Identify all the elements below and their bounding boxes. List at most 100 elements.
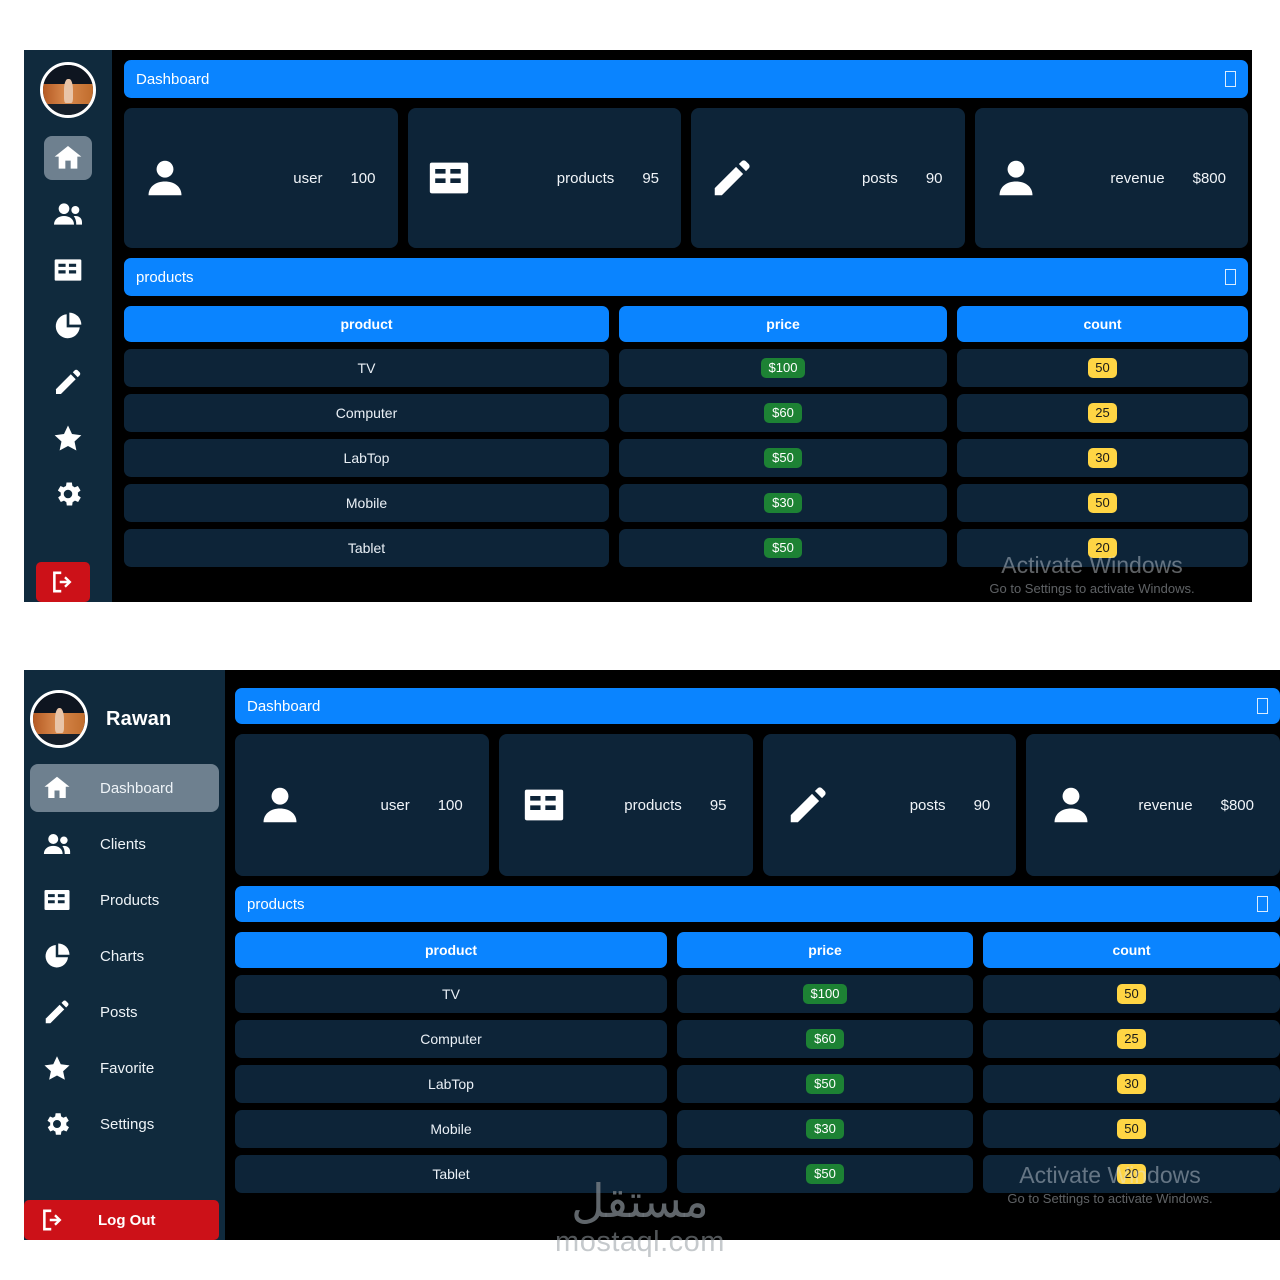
sidebar-item-settings[interactable]: Settings (30, 1100, 219, 1148)
stat-label: revenue (1138, 796, 1193, 814)
stat-card-products[interactable]: products 95 (407, 108, 681, 248)
sidebar-item-charts[interactable] (44, 304, 92, 348)
column-header-product[interactable]: product (124, 306, 609, 342)
table-row[interactable]: Tablet $50 20 (235, 1155, 1280, 1193)
sidebar-item-label: Favorite (100, 1059, 155, 1077)
dashboard-header-bar: Dashboard (235, 688, 1280, 724)
home-icon (40, 771, 74, 805)
logout-icon (43, 1209, 62, 1231)
dashboard-screenshot-collapsed: Dashboard user 100 products 95 posts 90 … (24, 50, 1252, 602)
cell-product: Computer (124, 394, 609, 432)
sidebar-item-posts[interactable] (44, 360, 92, 404)
column-header-product[interactable]: product (235, 932, 667, 968)
stat-card-user[interactable]: user 100 (235, 734, 489, 876)
pencil-icon (709, 155, 755, 201)
column-header-count[interactable]: count (957, 306, 1248, 342)
table-row[interactable]: LabTop $50 30 (235, 1065, 1280, 1103)
cell-count: 25 (957, 394, 1248, 432)
person-icon (1048, 782, 1094, 828)
stats-row: user 100 products 95 posts 90 revenue $8… (124, 108, 1248, 248)
products-header-bar: products (124, 258, 1248, 296)
stat-card-products[interactable]: products 95 (498, 734, 753, 876)
stat-text: products 95 (567, 797, 731, 814)
sidebar-item-label: Charts (100, 947, 145, 965)
sidebar-item-products[interactable] (44, 248, 92, 292)
missing-glyph-box-icon (1225, 71, 1236, 87)
sidebar-item-dashboard[interactable]: Dashboard (30, 764, 219, 812)
cell-product: TV (235, 975, 667, 1013)
table-row[interactable]: TV $100 50 (235, 975, 1280, 1013)
price-badge: $100 (802, 983, 848, 1005)
price-badge: $60 (806, 1028, 844, 1050)
table-row[interactable]: LabTop $50 30 (124, 439, 1248, 477)
main-content-collapsed: Dashboard user 100 products 95 posts 90 … (124, 50, 1248, 602)
sidebar-item-products[interactable]: Products (30, 876, 219, 924)
sidebar-item-favorite[interactable]: Favorite (30, 1044, 219, 1092)
count-badge: 50 (1117, 1118, 1146, 1140)
pie-chart-icon (40, 939, 74, 973)
missing-glyph-box-icon (1225, 269, 1236, 285)
table-icon (51, 253, 85, 287)
stat-card-posts[interactable]: posts 90 (691, 108, 965, 248)
stat-value: 100 (437, 796, 463, 814)
cell-price: $60 (677, 1020, 973, 1058)
page-title: Dashboard (136, 70, 210, 88)
table-row[interactable]: Tablet $50 20 (124, 529, 1248, 567)
cell-product: Tablet (235, 1155, 667, 1193)
avatar (30, 690, 88, 748)
logout-button[interactable] (36, 562, 90, 602)
table-row[interactable]: Computer $60 25 (124, 394, 1248, 432)
logout-button[interactable]: Log Out (24, 1200, 219, 1240)
cell-price: $60 (619, 394, 947, 432)
stat-card-posts[interactable]: posts 90 (762, 734, 1017, 876)
table-row[interactable]: Computer $60 25 (235, 1020, 1280, 1058)
people-icon (40, 827, 74, 861)
cell-count: 50 (983, 975, 1280, 1013)
logout-label: Log Out (98, 1211, 156, 1229)
sidebar-item-clients[interactable] (44, 192, 92, 236)
stat-card-user[interactable]: user 100 (124, 108, 398, 248)
count-badge: 20 (1088, 537, 1117, 559)
stat-label: user (293, 169, 323, 187)
stat-text: user 100 (303, 797, 467, 814)
stat-card-revenue[interactable]: revenue $800 (974, 108, 1248, 248)
stat-card-revenue[interactable]: revenue $800 (1026, 734, 1280, 876)
sidebar-item-favorite[interactable] (44, 416, 92, 460)
stat-value: 95 (642, 169, 659, 187)
sidebar-item-posts[interactable]: Posts (30, 988, 219, 1036)
sidebar-item-dashboard[interactable] (44, 136, 92, 180)
cell-count: 50 (983, 1110, 1280, 1148)
count-badge: 25 (1117, 1028, 1146, 1050)
column-header-count[interactable]: count (983, 932, 1280, 968)
count-badge: 50 (1117, 983, 1146, 1005)
sidebar-item-label: Clients (100, 835, 146, 853)
sidebar-item-settings[interactable] (44, 472, 92, 516)
table-row[interactable]: Mobile $30 50 (124, 484, 1248, 522)
pencil-icon (51, 365, 85, 399)
price-badge: $50 (764, 537, 802, 559)
count-badge: 20 (1117, 1163, 1146, 1185)
table-row[interactable]: Mobile $30 50 (235, 1110, 1280, 1148)
sidebar-item-label: Posts (100, 1003, 138, 1021)
stat-label: revenue (1110, 169, 1165, 187)
person-icon (142, 155, 188, 201)
stat-label: user (380, 796, 410, 814)
table-row[interactable]: TV $100 50 (124, 349, 1248, 387)
cell-count: 30 (957, 439, 1248, 477)
people-icon (51, 197, 85, 231)
cell-count: 50 (957, 484, 1248, 522)
stat-value: $800 (1220, 796, 1254, 814)
cell-price: $50 (677, 1155, 973, 1193)
sidebar-item-label: Products (100, 891, 160, 909)
sidebar-item-charts[interactable]: Charts (30, 932, 219, 980)
stat-label: posts (861, 169, 898, 187)
column-header-price[interactable]: price (619, 306, 947, 342)
stat-label: products (556, 169, 615, 187)
sidebar-item-label: Settings (100, 1115, 155, 1133)
sidebar-expanded: Rawan Dashboard Clients Products Charts … (24, 670, 225, 1240)
section-title: products (247, 895, 305, 913)
missing-glyph-box-icon (1257, 698, 1268, 714)
column-header-price[interactable]: price (677, 932, 973, 968)
sidebar-item-clients[interactable]: Clients (30, 820, 219, 868)
table-icon (521, 782, 567, 828)
